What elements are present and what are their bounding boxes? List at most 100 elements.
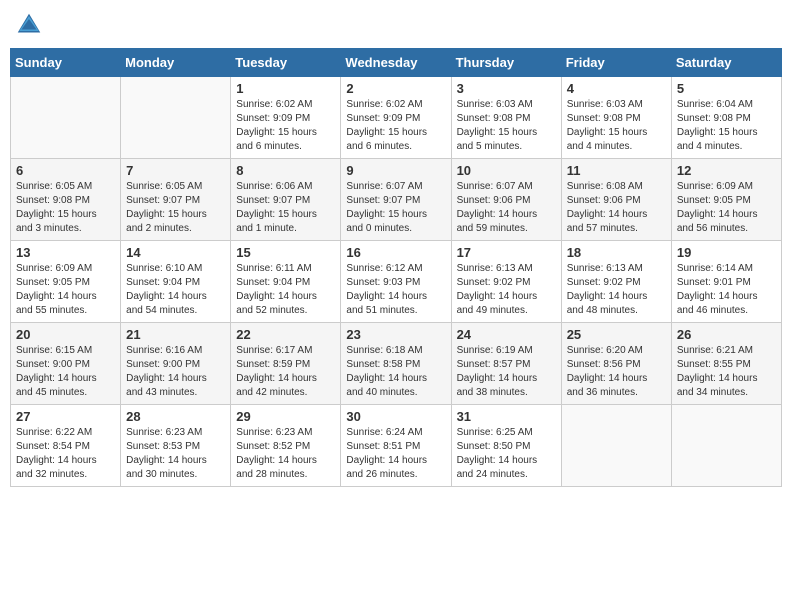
- day-number: 11: [567, 163, 666, 178]
- calendar-day-cell: 4 Sunrise: 6:03 AMSunset: 9:08 PMDaylight…: [561, 77, 671, 159]
- calendar-day-cell: 23 Sunrise: 6:18 AMSunset: 8:58 PMDayligh…: [341, 323, 451, 405]
- day-number: 27: [16, 409, 115, 424]
- day-number: 16: [346, 245, 445, 260]
- day-number: 8: [236, 163, 335, 178]
- calendar-day-cell: 1 Sunrise: 6:02 AMSunset: 9:09 PMDaylight…: [231, 77, 341, 159]
- day-of-week-header: Wednesday: [341, 49, 451, 77]
- calendar-day-cell: 17Sunrise: 6:13 AMSunset: 9:02 PMDayligh…: [451, 241, 561, 323]
- day-info: Sunrise: 6:02 AMSunset: 9:09 PMDaylight:…: [346, 98, 445, 154]
- day-number: 10: [457, 163, 556, 178]
- calendar-day-cell: 16 Sunrise: 6:12 AMSunset: 9:03 PMDayligh…: [341, 241, 451, 323]
- day-of-week-header: Monday: [121, 49, 231, 77]
- calendar-day-cell: 20 Sunrise: 6:15 AMSunset: 9:00 PMDayligh…: [11, 323, 121, 405]
- day-number: 3: [457, 81, 556, 96]
- calendar-day-cell: 13 Sunrise: 6:09 AMSunset: 9:05 PMDayligh…: [11, 241, 121, 323]
- day-info: Sunrise: 6:07 AMSunset: 9:07 PMDaylight:…: [346, 180, 445, 236]
- day-info: Sunrise: 6:14 AMSunset: 9:01 PMDaylight:…: [677, 262, 776, 318]
- day-info: Sunrise: 6:12 AMSunset: 9:03 PMDaylight:…: [346, 262, 445, 318]
- day-number: 22: [236, 327, 335, 342]
- day-number: 15: [236, 245, 335, 260]
- day-info: Sunrise: 6:18 AMSunset: 8:58 PMDaylight:…: [346, 344, 445, 400]
- day-number: 26: [677, 327, 776, 342]
- day-number: 9: [346, 163, 445, 178]
- day-info: Sunrise: 6:15 AMSunset: 9:00 PMDaylight:…: [16, 344, 115, 400]
- day-info: Sunrise: 6:20 AMSunset: 8:56 PMDaylight:…: [567, 344, 666, 400]
- day-of-week-header: Thursday: [451, 49, 561, 77]
- calendar-day-cell: 29Sunrise: 6:23 AMSunset: 8:52 PMDayligh…: [231, 405, 341, 487]
- calendar-day-cell: 5 Sunrise: 6:04 AMSunset: 9:08 PMDaylight…: [671, 77, 781, 159]
- day-number: 12: [677, 163, 776, 178]
- calendar-day-cell: 26Sunrise: 6:21 AMSunset: 8:55 PMDayligh…: [671, 323, 781, 405]
- calendar-week-row: 27 Sunrise: 6:22 AMSunset: 8:54 PMDayligh…: [11, 405, 782, 487]
- calendar-day-cell: 10 Sunrise: 6:07 AMSunset: 9:06 PMDayligh…: [451, 159, 561, 241]
- day-number: 28: [126, 409, 225, 424]
- logo-icon: [14, 10, 44, 40]
- calendar-day-cell: 19 Sunrise: 6:14 AMSunset: 9:01 PMDayligh…: [671, 241, 781, 323]
- day-number: 25: [567, 327, 666, 342]
- calendar-day-cell: 2Sunrise: 6:02 AMSunset: 9:09 PMDaylight…: [341, 77, 451, 159]
- calendar-header-row: SundayMondayTuesdayWednesdayThursdayFrid…: [11, 49, 782, 77]
- day-info: Sunrise: 6:22 AMSunset: 8:54 PMDaylight:…: [16, 426, 115, 482]
- day-info: Sunrise: 6:17 AMSunset: 8:59 PMDaylight:…: [236, 344, 335, 400]
- day-info: Sunrise: 6:10 AMSunset: 9:04 PMDaylight:…: [126, 262, 225, 318]
- day-number: 6: [16, 163, 115, 178]
- calendar-week-row: 20 Sunrise: 6:15 AMSunset: 9:00 PMDayligh…: [11, 323, 782, 405]
- day-info: Sunrise: 6:08 AMSunset: 9:06 PMDaylight:…: [567, 180, 666, 236]
- calendar-day-cell: 15 Sunrise: 6:11 AMSunset: 9:04 PMDayligh…: [231, 241, 341, 323]
- calendar-week-row: 6 Sunrise: 6:05 AMSunset: 9:08 PMDaylight…: [11, 159, 782, 241]
- day-info: Sunrise: 6:04 AMSunset: 9:08 PMDaylight:…: [677, 98, 776, 154]
- day-number: 17: [457, 245, 556, 260]
- day-info: Sunrise: 6:09 AMSunset: 9:05 PMDaylight:…: [16, 262, 115, 318]
- day-info: Sunrise: 6:24 AMSunset: 8:51 PMDaylight:…: [346, 426, 445, 482]
- calendar-day-cell: [561, 405, 671, 487]
- day-of-week-header: Tuesday: [231, 49, 341, 77]
- day-info: Sunrise: 6:05 AMSunset: 9:08 PMDaylight:…: [16, 180, 115, 236]
- calendar-day-cell: 9 Sunrise: 6:07 AMSunset: 9:07 PMDaylight…: [341, 159, 451, 241]
- day-number: 21: [126, 327, 225, 342]
- day-info: Sunrise: 6:02 AMSunset: 9:09 PMDaylight:…: [236, 98, 335, 154]
- day-number: 19: [677, 245, 776, 260]
- logo: [14, 10, 48, 40]
- calendar-week-row: 13 Sunrise: 6:09 AMSunset: 9:05 PMDayligh…: [11, 241, 782, 323]
- calendar-day-cell: 24Sunrise: 6:19 AMSunset: 8:57 PMDayligh…: [451, 323, 561, 405]
- day-number: 29: [236, 409, 335, 424]
- day-number: 5: [677, 81, 776, 96]
- day-number: 14: [126, 245, 225, 260]
- calendar-day-cell: 27 Sunrise: 6:22 AMSunset: 8:54 PMDayligh…: [11, 405, 121, 487]
- day-info: Sunrise: 6:11 AMSunset: 9:04 PMDaylight:…: [236, 262, 335, 318]
- day-info: Sunrise: 6:25 AMSunset: 8:50 PMDaylight:…: [457, 426, 556, 482]
- day-number: 13: [16, 245, 115, 260]
- day-info: Sunrise: 6:23 AMSunset: 8:53 PMDaylight:…: [126, 426, 225, 482]
- calendar-week-row: 1 Sunrise: 6:02 AMSunset: 9:09 PMDaylight…: [11, 77, 782, 159]
- calendar-day-cell: 21 Sunrise: 6:16 AMSunset: 9:00 PMDayligh…: [121, 323, 231, 405]
- day-number: 7: [126, 163, 225, 178]
- day-number: 1: [236, 81, 335, 96]
- day-info: Sunrise: 6:09 AMSunset: 9:05 PMDaylight:…: [677, 180, 776, 236]
- calendar-table: SundayMondayTuesdayWednesdayThursdayFrid…: [10, 48, 782, 487]
- page-header: [10, 10, 782, 40]
- day-info: Sunrise: 6:05 AMSunset: 9:07 PMDaylight:…: [126, 180, 225, 236]
- day-number: 4: [567, 81, 666, 96]
- day-info: Sunrise: 6:06 AMSunset: 9:07 PMDaylight:…: [236, 180, 335, 236]
- calendar-day-cell: 14 Sunrise: 6:10 AMSunset: 9:04 PMDayligh…: [121, 241, 231, 323]
- calendar-day-cell: 28 Sunrise: 6:23 AMSunset: 8:53 PMDayligh…: [121, 405, 231, 487]
- day-info: Sunrise: 6:16 AMSunset: 9:00 PMDaylight:…: [126, 344, 225, 400]
- calendar-day-cell: 25 Sunrise: 6:20 AMSunset: 8:56 PMDayligh…: [561, 323, 671, 405]
- day-of-week-header: Sunday: [11, 49, 121, 77]
- day-number: 20: [16, 327, 115, 342]
- day-info: Sunrise: 6:19 AMSunset: 8:57 PMDaylight:…: [457, 344, 556, 400]
- calendar-day-cell: [11, 77, 121, 159]
- day-number: 30: [346, 409, 445, 424]
- calendar-day-cell: 6 Sunrise: 6:05 AMSunset: 9:08 PMDaylight…: [11, 159, 121, 241]
- calendar-day-cell: 12 Sunrise: 6:09 AMSunset: 9:05 PMDayligh…: [671, 159, 781, 241]
- day-info: Sunrise: 6:07 AMSunset: 9:06 PMDaylight:…: [457, 180, 556, 236]
- day-info: Sunrise: 6:03 AMSunset: 9:08 PMDaylight:…: [457, 98, 556, 154]
- calendar-day-cell: 30 Sunrise: 6:24 AMSunset: 8:51 PMDayligh…: [341, 405, 451, 487]
- day-info: Sunrise: 6:03 AMSunset: 9:08 PMDaylight:…: [567, 98, 666, 154]
- day-of-week-header: Saturday: [671, 49, 781, 77]
- calendar-day-cell: [671, 405, 781, 487]
- calendar-day-cell: 18Sunrise: 6:13 AMSunset: 9:02 PMDayligh…: [561, 241, 671, 323]
- calendar-day-cell: 3 Sunrise: 6:03 AMSunset: 9:08 PMDaylight…: [451, 77, 561, 159]
- day-of-week-header: Friday: [561, 49, 671, 77]
- day-number: 23: [346, 327, 445, 342]
